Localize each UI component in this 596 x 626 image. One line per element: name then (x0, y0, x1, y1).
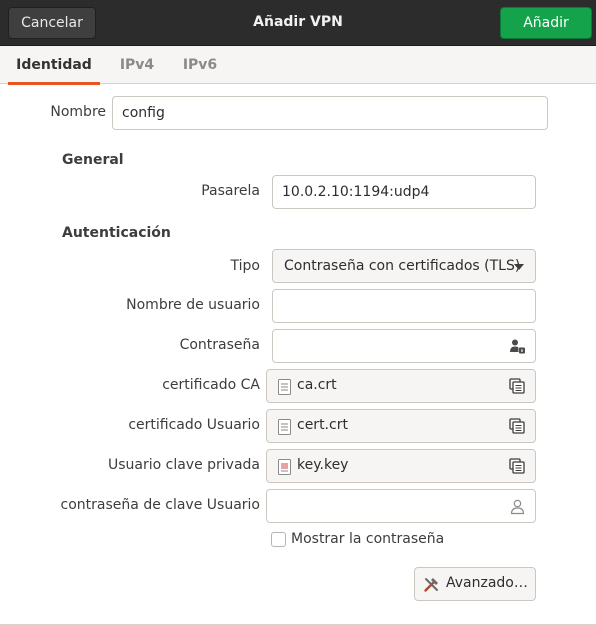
password-input[interactable] (272, 329, 536, 363)
file-chooser-icon (509, 418, 525, 434)
private-key-file-button[interactable]: key.key (266, 449, 536, 483)
name-value: config (122, 105, 165, 121)
chevron-down-icon (514, 264, 524, 270)
tools-icon (424, 578, 438, 592)
gateway-value: 10.0.2.10:1194:udp4 (282, 184, 430, 200)
type-dropdown[interactable]: Contraseña con certificados (TLS) (272, 249, 536, 283)
file-chooser-icon (509, 458, 525, 474)
key-password-label: contraseña de clave Usuario (60, 497, 260, 513)
user-cert-label: certificado Usuario (128, 417, 260, 433)
document-icon (278, 459, 291, 475)
user-cert-file-name: cert.crt (297, 417, 348, 433)
advanced-label: Avanzado… (446, 575, 528, 591)
password-label: Contraseña (179, 337, 260, 353)
type-value: Contraseña con certificados (TLS) (284, 258, 521, 274)
username-label: Nombre de usuario (126, 297, 260, 313)
dialog-header: Cancelar Añadir VPN Añadir (0, 0, 596, 46)
type-label: Tipo (230, 258, 260, 274)
ca-file-button[interactable]: ca.crt (266, 369, 536, 403)
auth-heading: Autenticación (62, 225, 171, 241)
user-cert-file-button[interactable]: cert.crt (266, 409, 536, 443)
document-icon (278, 419, 291, 435)
private-key-file-name: key.key (297, 457, 349, 473)
name-input[interactable]: config (112, 96, 548, 130)
name-label: Nombre (50, 104, 106, 120)
gateway-label: Pasarela (201, 183, 260, 199)
private-key-label: Usuario clave privada (107, 457, 260, 473)
tab-identidad[interactable]: Identidad (8, 46, 100, 85)
tab-ipv6[interactable]: IPv6 (174, 46, 226, 84)
gateway-input[interactable]: 10.0.2.10:1194:udp4 (272, 175, 536, 209)
username-input[interactable] (272, 289, 536, 323)
show-password-checkbox[interactable] (271, 532, 286, 547)
user-lock-icon[interactable] (509, 338, 526, 355)
add-button[interactable]: Añadir (500, 7, 592, 39)
ca-file-name: ca.crt (297, 377, 337, 393)
general-heading: General (62, 152, 124, 168)
show-password-label[interactable]: Mostrar la contraseña (291, 531, 444, 547)
document-icon (278, 379, 291, 395)
user-icon[interactable] (509, 498, 526, 515)
tab-bar: Identidad IPv4 IPv6 (0, 46, 596, 85)
tab-ipv4[interactable]: IPv4 (112, 46, 162, 84)
key-password-input[interactable] (266, 489, 536, 523)
file-chooser-icon (509, 378, 525, 394)
advanced-button[interactable]: Avanzado… (414, 567, 536, 601)
ca-label: certificado CA (162, 377, 260, 393)
